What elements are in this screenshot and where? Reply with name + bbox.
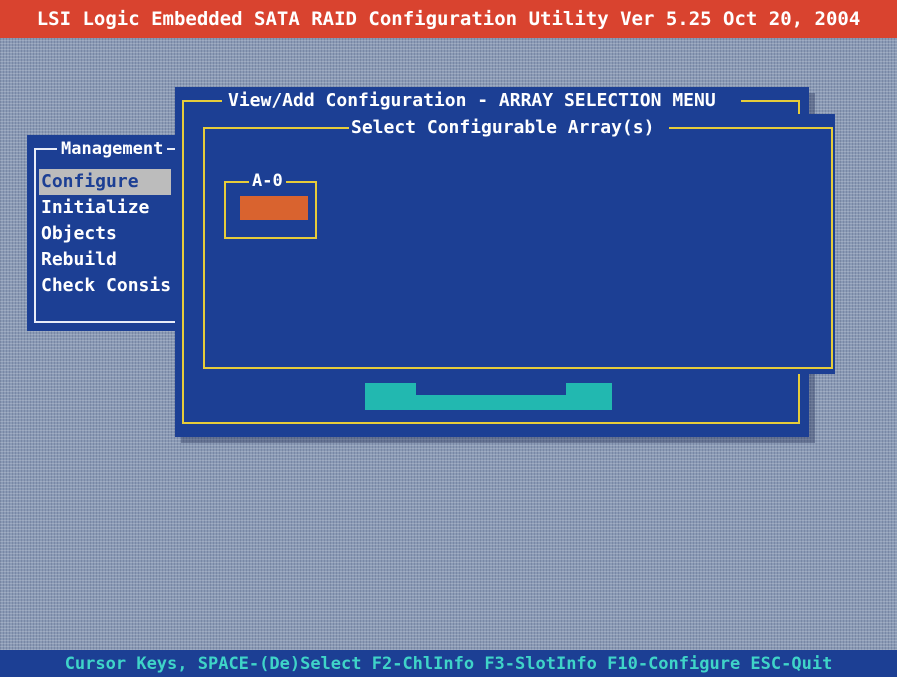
select-array-panel: Select Configurable Array(s) [185, 114, 835, 374]
menu-item-configure[interactable]: Configure [39, 169, 171, 195]
select-array-frame-top-left [203, 127, 349, 129]
dialog-title: View/Add Configuration - ARRAY SELECTION… [228, 90, 716, 111]
menu-item-rebuild[interactable]: Rebuild [39, 247, 197, 273]
menu-item-objects[interactable]: Objects [39, 221, 197, 247]
array-a0-drive-slot[interactable] [240, 196, 308, 220]
dialog-button-notch [414, 383, 568, 397]
select-array-title: Select Configurable Array(s) [351, 117, 655, 138]
title-bar: LSI Logic Embedded SATA RAID Configurati… [0, 0, 897, 38]
select-array-frame [203, 127, 833, 369]
array-a0-label: A-0 [249, 171, 286, 191]
management-menu-list: Configure Initialize Objects Rebuild Che… [39, 169, 197, 299]
management-menu: Management Configure Initialize Objects … [27, 135, 197, 331]
status-bar: Cursor Keys, SPACE-(De)Select F2-ChlInfo… [0, 650, 897, 677]
app-title: LSI Logic Embedded SATA RAID Configurati… [36, 8, 861, 30]
key-help-text: Cursor Keys, SPACE-(De)Select F2-ChlInfo… [64, 653, 833, 674]
select-array-frame-top-right [669, 127, 831, 129]
menu-item-initialize[interactable]: Initialize [39, 195, 197, 221]
menu-item-check-consistency[interactable]: Check Consis [39, 273, 197, 299]
management-menu-title: Management [57, 139, 168, 159]
dialog-frame-top-right [741, 100, 798, 102]
dialog-frame-top-left [182, 100, 222, 102]
